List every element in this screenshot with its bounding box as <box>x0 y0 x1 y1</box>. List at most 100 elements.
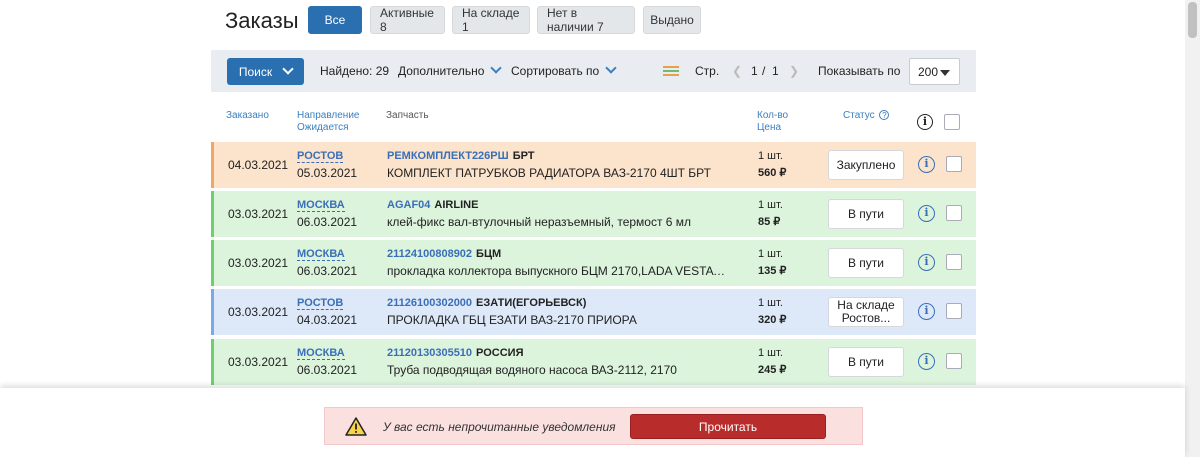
notification-bar: У вас есть непрочитанные уведомления Про… <box>0 388 1185 457</box>
chevron-down-icon <box>490 62 502 74</box>
scrollbar-thumb[interactable] <box>1188 2 1197 38</box>
found-count: Найдено: 29 <box>320 64 390 78</box>
caret-down-icon <box>940 70 950 76</box>
filter-in-stock-button[interactable]: На складе 1 <box>452 6 530 34</box>
order-date: 04.03.2021 <box>228 158 289 172</box>
table-row[interactable]: 03.03.2021 МОСКВА 06.03.2021 21124100808902… <box>211 240 976 286</box>
row-checkbox[interactable] <box>946 156 962 172</box>
list-view-icon[interactable] <box>663 66 679 78</box>
info-icon[interactable]: i <box>918 353 935 370</box>
more-dropdown[interactable]: Дополнительно <box>398 62 502 78</box>
quantity: 1 шт. <box>758 199 783 211</box>
table-row[interactable]: 04.03.2021 РОСТОВ 05.03.2021 РЕМКОМПЛЕКТ226… <box>211 142 976 188</box>
table-row[interactable]: 03.03.2021 РОСТОВ 04.03.2021 21126100302000… <box>211 289 976 335</box>
direction-link[interactable]: МОСКВА <box>297 347 345 360</box>
page-current: 1 <box>751 64 758 78</box>
price: 135 ₽ <box>758 265 787 277</box>
part-code: 21120130305510 <box>387 347 473 359</box>
chevron-down-icon <box>282 62 294 75</box>
page-separator: / <box>762 64 766 78</box>
status-badge[interactable]: На складе Ростов... <box>828 297 904 327</box>
part-brand: БРТ <box>512 150 535 162</box>
part-description: Труба подводящая водяного насоса ВАЗ-211… <box>387 363 677 377</box>
info-icon[interactable]: i <box>917 114 933 130</box>
col-direction[interactable]: Направление <box>297 110 359 122</box>
quantity: 1 шт. <box>758 248 783 260</box>
quantity: 1 шт. <box>758 150 783 162</box>
row-checkbox[interactable] <box>946 254 962 270</box>
direction-link[interactable]: РОСТОВ <box>297 150 344 163</box>
part-brand: БЦМ <box>476 248 502 260</box>
table-row[interactable]: 03.03.2021 МОСКВА 06.03.2021 AGAF04 AIRLINE к… <box>211 191 976 237</box>
part-code: 21124100808902 <box>387 248 473 260</box>
read-notifications-button[interactable]: Прочитать <box>630 414 826 439</box>
info-icon[interactable]: i <box>918 205 935 222</box>
search-button[interactable]: Поиск <box>227 58 304 85</box>
row-checkbox[interactable] <box>946 303 962 319</box>
filter-all-button[interactable]: Все <box>308 6 362 34</box>
status-badge[interactable]: В пути <box>828 248 904 278</box>
order-date: 03.03.2021 <box>228 305 289 319</box>
toolbar: Поиск Найдено: 29 Дополнительно Сортиров… <box>211 50 976 92</box>
order-date: 03.03.2021 <box>228 355 289 369</box>
price: 320 ₽ <box>758 314 787 326</box>
part-code-link[interactable]: 21120130305510 РОССИЯ <box>387 347 524 359</box>
table-row[interactable]: 03.03.2021 МОСКВА 06.03.2021 21120130305510… <box>211 339 976 385</box>
row-checkbox[interactable] <box>946 205 962 221</box>
part-code: AGAF04 <box>387 199 431 211</box>
col-status[interactable]: Статус ? <box>843 110 890 122</box>
next-page-icon[interactable]: ❯ <box>789 64 799 78</box>
status-badge[interactable]: В пути <box>828 347 904 377</box>
help-icon[interactable]: ? <box>879 110 890 120</box>
row-checkbox[interactable] <box>946 353 962 369</box>
col-qty[interactable]: Кол-во <box>757 110 788 122</box>
scrollbar[interactable] <box>1185 0 1200 457</box>
direction-link[interactable]: МОСКВА <box>297 248 345 261</box>
filter-issued-button[interactable]: Выдано <box>643 6 701 34</box>
part-code-link[interactable]: 21126100302000 ЕЗАТИ(ЕГОРЬЕВСК) <box>387 297 586 309</box>
direction-link[interactable]: РОСТОВ <box>297 297 344 310</box>
filter-out-of-stock-button[interactable]: Нет в наличии 7 <box>537 6 635 34</box>
col-status-label: Статус <box>843 110 875 121</box>
sort-dropdown[interactable]: Сортировать по <box>511 62 617 78</box>
part-code-link[interactable]: AGAF04 AIRLINE <box>387 199 478 211</box>
page-label: Стр. <box>695 64 720 78</box>
part-code-link[interactable]: 21124100808902 БЦМ <box>387 248 501 260</box>
per-page-select[interactable]: 200 <box>909 58 960 85</box>
chevron-down-icon <box>604 62 617 74</box>
select-all-checkbox[interactable] <box>944 114 960 130</box>
price: 245 ₽ <box>758 364 787 376</box>
status-badge[interactable]: В пути <box>828 199 904 229</box>
order-date: 03.03.2021 <box>228 256 289 270</box>
prev-page-icon[interactable]: ❮ <box>732 64 742 78</box>
info-icon[interactable]: i <box>918 254 935 271</box>
notification-box: У вас есть непрочитанные уведомления Про… <box>324 407 863 445</box>
expected-date: 06.03.2021 <box>297 363 358 377</box>
info-icon[interactable]: i <box>918 303 935 320</box>
col-price[interactable]: Цена <box>757 122 781 134</box>
orders-page: Заказы Все Активные 8 На складе 1 Нет в … <box>0 0 1200 457</box>
per-page-label: Показывать по <box>818 64 901 78</box>
part-code: 21126100302000 <box>387 297 473 309</box>
warning-icon <box>345 417 367 436</box>
part-brand: AIRLINE <box>434 199 479 211</box>
filter-active-button[interactable]: Активные 8 <box>370 6 445 34</box>
page-title: Заказы <box>225 8 299 33</box>
direction-link[interactable]: МОСКВА <box>297 199 345 212</box>
col-expected[interactable]: Ожидается <box>297 122 349 134</box>
part-code: РЕМКОМПЛЕКТ226РШ <box>387 150 509 162</box>
part-code-link[interactable]: РЕМКОМПЛЕКТ226РШ БРТ <box>387 150 535 162</box>
expected-date: 06.03.2021 <box>297 215 358 229</box>
quantity: 1 шт. <box>758 347 783 359</box>
sort-dropdown-label: Сортировать по <box>511 64 600 78</box>
more-dropdown-label: Дополнительно <box>398 64 485 78</box>
price: 85 ₽ <box>758 216 781 228</box>
status-badge[interactable]: Закуплено <box>828 150 904 180</box>
part-description: ПРОКЛАДКА ГБЦ ЕЗАТИ ВАЗ-2170 ПРИОРА <box>387 313 637 327</box>
info-icon[interactable]: i <box>918 156 935 173</box>
col-part: Запчасть <box>386 110 429 121</box>
part-brand: ЕЗАТИ(ЕГОРЬЕВСК) <box>476 297 587 309</box>
part-description: прокладка коллектора выпускного БЦМ 2170… <box>387 264 727 278</box>
col-ordered[interactable]: Заказано <box>226 110 269 122</box>
page-total: 1 <box>772 64 779 78</box>
